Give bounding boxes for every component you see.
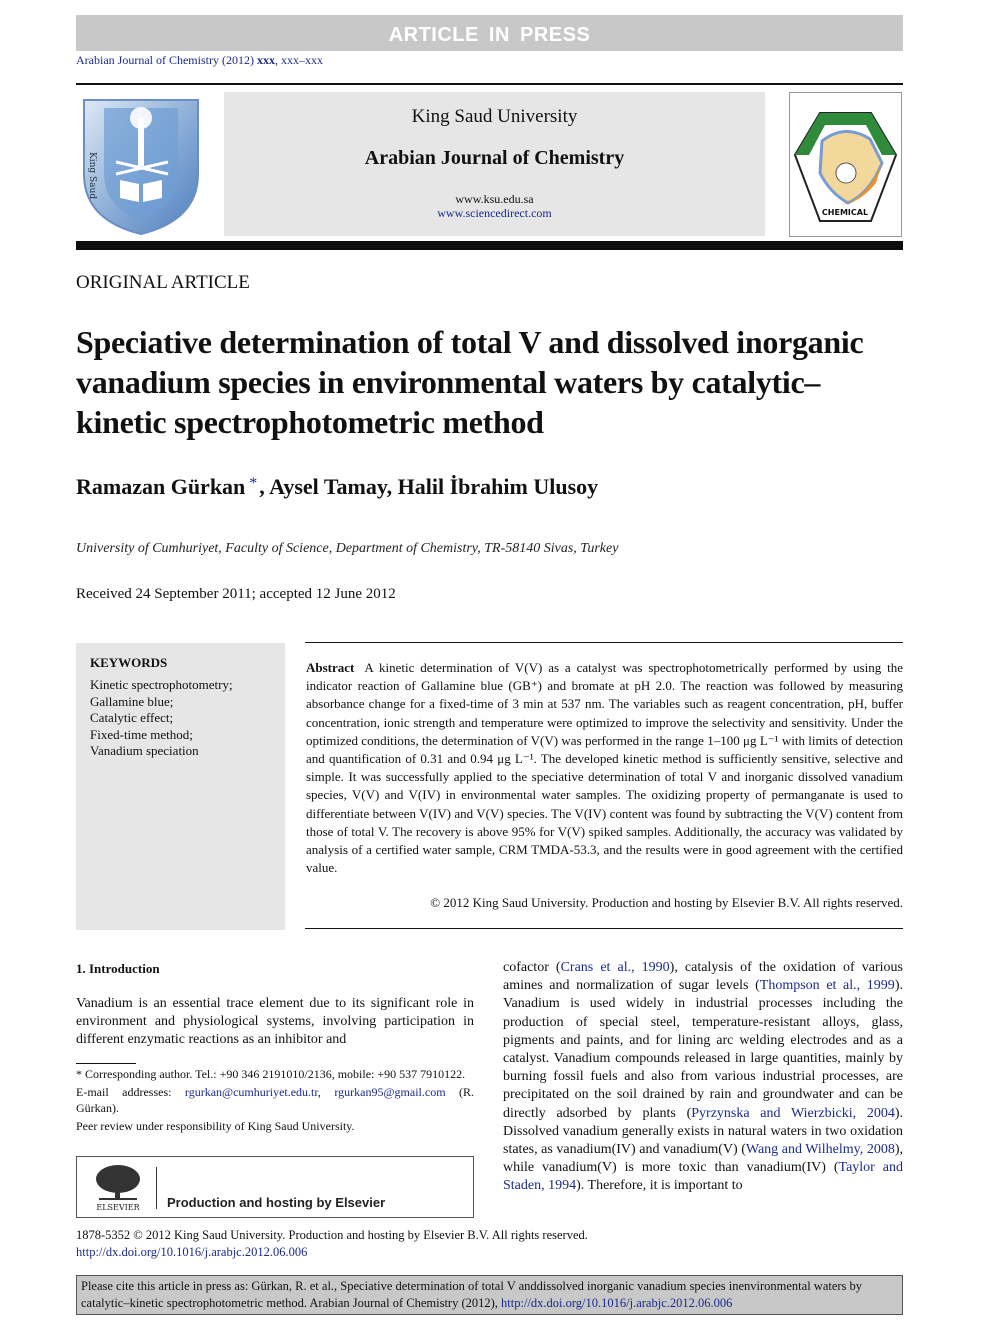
elsevier-hosting-text: Production and hosting by Elsevier xyxy=(167,1195,386,1210)
header-thick-rule xyxy=(76,241,903,250)
elsevier-logo-text: ELSEVIER xyxy=(96,1203,140,1212)
introduction-column-2: cofactor (Crans et al., 1990), catalysis… xyxy=(503,959,903,1196)
keyword-item: Fixed-time method; xyxy=(90,726,193,742)
citation-link[interactable]: Thompson et al., 1999 xyxy=(760,978,895,993)
university-name: King Saud University xyxy=(411,106,578,127)
email-separator: , xyxy=(317,1084,335,1099)
citation-link[interactable]: Wang and Wilhelmy, 2008 xyxy=(746,1142,895,1157)
citation-text: Please cite this article in press as: Gü… xyxy=(81,1279,863,1310)
banner-text: ARTICLE IN PRESS xyxy=(388,24,591,46)
email-link-2[interactable]: rgurkan95@gmail.com xyxy=(334,1085,445,1099)
abstract: Abstract A kinetic determination of V(V) … xyxy=(306,659,903,877)
intro-text: ). Therefore, it is important to xyxy=(576,1178,743,1194)
saudi-chemical-society-logo-icon: CHEMICAL xyxy=(789,92,902,237)
abstract-bottom-rule xyxy=(305,928,903,929)
doi-link[interactable]: http://dx.doi.org/10.1016/j.arabjc.2012.… xyxy=(76,1245,307,1260)
elsevier-divider xyxy=(156,1167,157,1209)
footnotes: * Corresponding author. Tel.: +90 346 21… xyxy=(76,1066,474,1135)
top-rule xyxy=(76,83,903,85)
keywords-heading: KEYWORDS xyxy=(90,655,168,670)
abstract-text: A kinetic determination of V(V) as a cat… xyxy=(306,660,903,876)
ksu-logo-icon: King Saud xyxy=(76,92,206,237)
ksu-url: www.ksu.edu.sa xyxy=(455,192,534,206)
keyword-item: Gallamine blue; xyxy=(90,693,174,709)
svg-text:King Saud: King Saud xyxy=(87,152,97,199)
abstract-copyright: © 2012 King Saud University. Production … xyxy=(430,895,903,910)
intro-text: ). Vanadium is used widely in industrial… xyxy=(503,978,903,1121)
keyword-item: Catalytic effect; xyxy=(90,710,174,725)
corresponding-author-link[interactable]: * xyxy=(249,475,257,492)
footnote-rule xyxy=(76,1063,136,1064)
journal-name: Arabian Journal of Chemistry xyxy=(364,147,625,169)
citation-link[interactable]: Pyrzynska and Wierzbicki, 2004 xyxy=(691,1106,895,1121)
article-type: ORIGINAL ARTICLE xyxy=(76,272,250,293)
author-list: Ramazan Gürkan *, Aysel Tamay, Halil İbra… xyxy=(76,474,598,500)
journal-ref-pages: , xxx–xxx xyxy=(274,53,323,67)
email-label: E-mail addresses: xyxy=(76,1084,185,1099)
keywords-box: KEYWORDS Kinetic spectrophotometry; Gall… xyxy=(76,643,285,930)
issn-copyright: 1878-5352 © 2012 King Saud University. P… xyxy=(76,1228,588,1242)
elsevier-hosting-box: ELSEVIER Production and hosting by Elsev… xyxy=(76,1156,474,1218)
email-link-1[interactable]: rgurkan@cumhuriyet.edu.tr xyxy=(185,1085,318,1099)
affiliation: University of Cumhuriyet, Faculty of Sci… xyxy=(76,541,619,556)
corresponding-author-note: * Corresponding author. Tel.: +90 346 21… xyxy=(76,1067,466,1081)
keyword-item: Kinetic spectrophotometry; xyxy=(90,677,233,692)
scs-logo-text: CHEMICAL xyxy=(822,208,868,217)
keyword-item: Vanadium speciation xyxy=(90,743,199,758)
intro-text: cofactor ( xyxy=(503,960,561,975)
journal-reference[interactable]: Arabian Journal of Chemistry (2012) xxx,… xyxy=(76,53,323,68)
article-title: Speciative determination of total V and … xyxy=(76,324,864,440)
other-authors: , Aysel Tamay, Halil İbrahim Ulusoy xyxy=(259,474,599,499)
author-1: Ramazan Gürkan xyxy=(76,474,246,499)
introduction-column-1: Vanadium is an essential trace element d… xyxy=(76,996,474,1048)
abstract-label: Abstract xyxy=(306,660,355,675)
introduction-heading: 1. Introduction xyxy=(76,961,160,976)
abstract-top-rule xyxy=(305,642,903,643)
peer-review-note: Peer review under responsibility of King… xyxy=(76,1118,355,1133)
journal-ref-prefix: Arabian Journal of Chemistry (2012) xyxy=(76,53,257,67)
article-in-press-banner: ARTICLE IN PRESS xyxy=(76,15,903,51)
journal-header-box: King Saud University Arabian Journal of … xyxy=(224,92,765,236)
elsevier-tree-logo-icon: ELSEVIER xyxy=(87,1163,149,1213)
citation-doi-link[interactable]: http://dx.doi.org/10.1016/j.arabjc.2012.… xyxy=(501,1296,732,1310)
journal-ref-volume: xxx xyxy=(256,53,275,67)
sciencedirect-link[interactable]: www.sciencedirect.com xyxy=(224,206,765,221)
citation-link[interactable]: Crans et al., 1990 xyxy=(561,960,670,975)
email-note: E-mail addresses: rgurkan@cumhuriyet.edu… xyxy=(76,1084,474,1117)
received-dates: Received 24 September 2011; accepted 12 … xyxy=(76,586,396,602)
citation-box: Please cite this article in press as: Gü… xyxy=(76,1275,903,1315)
